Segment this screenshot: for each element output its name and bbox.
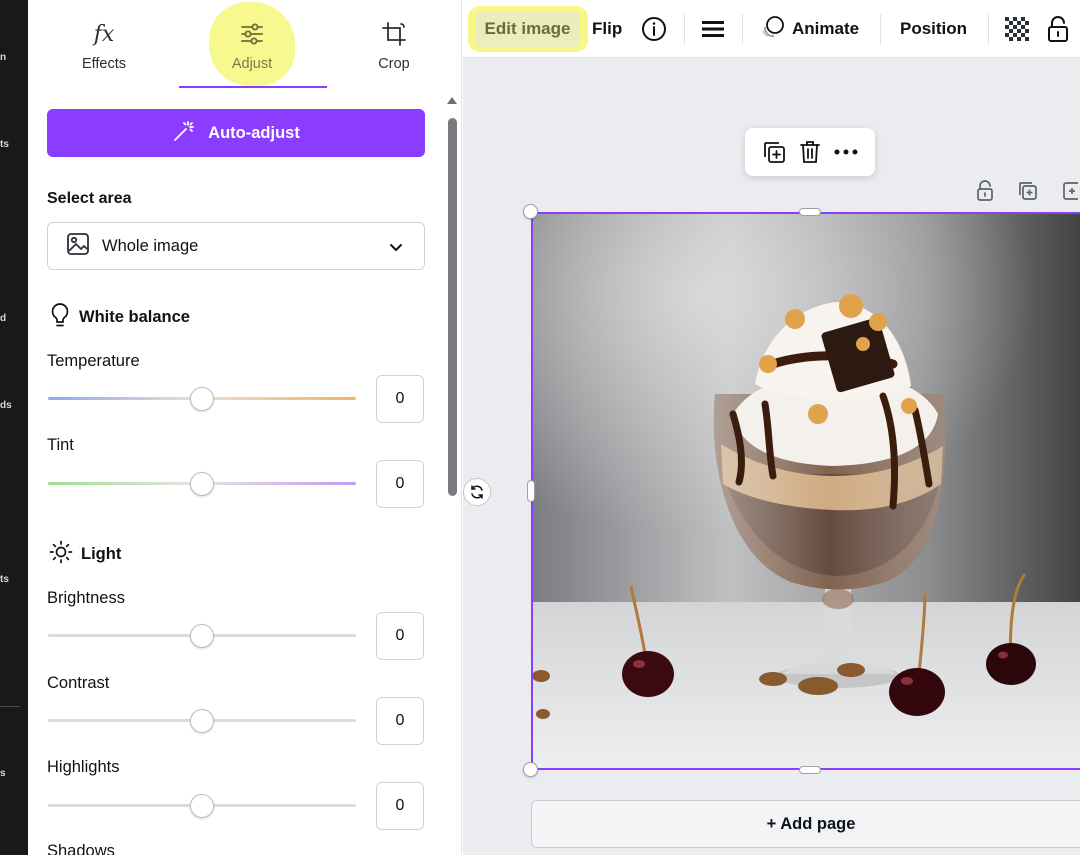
ice-cream-sundae-image: [533, 214, 1080, 768]
select-area-heading: Select area: [47, 190, 132, 207]
resize-handle-top-left[interactable]: [523, 204, 538, 219]
animate-icon: [760, 14, 786, 45]
duplicate-icon[interactable]: [759, 137, 789, 167]
highlights-slider-thumb[interactable]: [190, 794, 214, 818]
chevron-down-icon: [388, 239, 404, 260]
toolbar-divider: [742, 14, 743, 44]
lock-page-icon[interactable]: [972, 178, 998, 204]
select-area-value: Whole image: [102, 236, 199, 255]
tab-crop[interactable]: Crop: [320, 0, 461, 88]
sun-icon: [49, 540, 73, 569]
left-rail: n ts d ds ts s: [0, 0, 28, 855]
temperature-slider-thumb[interactable]: [190, 387, 214, 411]
transparency-icon[interactable]: [1004, 0, 1030, 58]
toolbar-divider: [684, 14, 685, 44]
trash-icon[interactable]: [795, 137, 825, 167]
tab-label: Adjust: [231, 56, 273, 72]
info-icon[interactable]: [641, 0, 667, 58]
tab-adjust[interactable]: Adjust: [178, 0, 326, 88]
lightbulb-icon: [49, 302, 71, 333]
animate-label: Animate: [792, 19, 860, 38]
lock-icon[interactable]: [1046, 0, 1070, 58]
more-options-icon[interactable]: [831, 137, 861, 167]
brightness-slider-thumb[interactable]: [190, 624, 214, 648]
image-icon: [66, 232, 90, 261]
tab-label: Effects: [81, 56, 127, 72]
selected-image[interactable]: [531, 212, 1080, 770]
temperature-label: Temperature: [47, 352, 140, 370]
white-balance-heading: White balance: [49, 302, 190, 333]
fx-icon: fx: [93, 21, 115, 47]
position-button[interactable]: Position: [900, 0, 967, 58]
rail-label[interactable]: ts: [0, 574, 9, 585]
animate-button[interactable]: Animate: [760, 0, 859, 58]
toolbar-divider: [988, 14, 989, 44]
rail-label[interactable]: ts: [0, 139, 9, 150]
border-style-icon[interactable]: [701, 0, 725, 58]
highlights-label: Highlights: [47, 758, 120, 776]
resize-handle-left[interactable]: [527, 480, 535, 502]
resize-handle-bottom-left[interactable]: [523, 762, 538, 777]
highlights-value-input[interactable]: 0: [376, 782, 424, 830]
toolbar-divider: [880, 14, 881, 44]
shadows-label: Shadows: [47, 842, 115, 855]
light-label: Light: [81, 545, 122, 563]
tab-effects[interactable]: fx Effects: [30, 0, 178, 88]
rail-label[interactable]: d: [0, 313, 6, 324]
rail-label[interactable]: n: [0, 52, 6, 63]
tab-label: Crop: [378, 56, 410, 72]
tint-value-input[interactable]: 0: [376, 460, 424, 508]
sliders-icon: [238, 20, 266, 48]
resize-handle-bottom[interactable]: [799, 766, 821, 774]
magic-wand-icon: [172, 120, 196, 147]
tint-label: Tint: [47, 436, 74, 454]
brightness-value-input[interactable]: 0: [376, 612, 424, 660]
crop-icon: [380, 20, 408, 48]
auto-adjust-button[interactable]: Auto-adjust: [47, 109, 425, 157]
edit-image-button[interactable]: Edit image: [475, 11, 580, 47]
contrast-label: Contrast: [47, 674, 110, 692]
temperature-value-input[interactable]: 0: [376, 375, 424, 423]
brightness-label: Brightness: [47, 589, 125, 607]
rail-label[interactable]: ds: [0, 400, 12, 411]
rail-divider: [0, 706, 20, 707]
white-balance-label: White balance: [79, 308, 190, 326]
add-page-icon[interactable]: [1058, 178, 1080, 204]
flip-button[interactable]: Flip: [592, 0, 622, 58]
light-heading: Light: [49, 540, 121, 569]
add-page-button[interactable]: + Add page: [531, 800, 1080, 848]
select-area-dropdown[interactable]: Whole image: [47, 222, 425, 270]
rail-label[interactable]: s: [0, 768, 6, 779]
resize-handle-top[interactable]: [799, 208, 821, 216]
auto-adjust-label: Auto-adjust: [208, 123, 300, 142]
panel-scrollbar[interactable]: [448, 118, 457, 496]
scroll-up-arrow-icon[interactable]: [447, 97, 457, 104]
duplicate-page-icon[interactable]: [1015, 178, 1041, 204]
adjust-panel: fx Effects Adjust Crop Auto-adjust Selec…: [28, 0, 462, 855]
tint-slider-thumb[interactable]: [190, 472, 214, 496]
rotate-icon[interactable]: [463, 478, 491, 506]
active-tab-indicator: [179, 86, 327, 88]
app-root: n ts d ds ts s fx Effects Adjust Crop Au…: [0, 0, 1080, 855]
contrast-value-input[interactable]: 0: [376, 697, 424, 745]
element-context-toolbar: [745, 128, 875, 176]
contrast-slider-thumb[interactable]: [190, 709, 214, 733]
